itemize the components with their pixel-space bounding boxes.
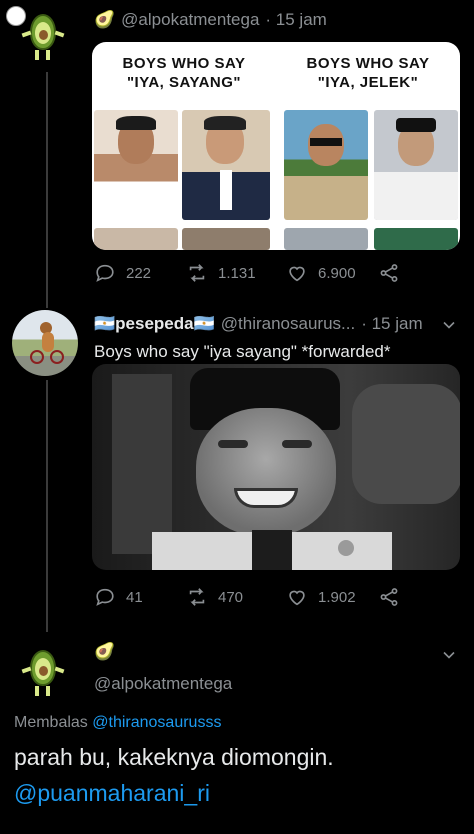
tweet-2[interactable]: 🇦🇷pesepeda🇦🇷 @thiranosaurus... · 15 jam … (0, 308, 474, 632)
heart-icon (289, 590, 305, 606)
meme-photo-1 (94, 110, 178, 220)
reply-icon (96, 264, 114, 282)
share-icon (380, 588, 398, 606)
reply-context: Membalas @thiranosaurusss (14, 714, 221, 732)
reply-count: 41 (126, 588, 143, 606)
meme-right-caption: BOYS WHO SAY "IYA, JELEK" (306, 55, 430, 91)
share-icon (380, 264, 398, 282)
retweet-count: 470 (218, 588, 244, 606)
meme-photo-3 (284, 110, 368, 220)
tweet-2-handle[interactable]: @thiranosaurus... (221, 314, 355, 334)
chevron-down-icon[interactable] (442, 648, 456, 662)
tweet-3-avatar[interactable] (14, 644, 78, 700)
tweet-1-time: · 15 jam (265, 10, 327, 29)
share-button[interactable] (378, 262, 400, 284)
like-button[interactable]: 1.902 (286, 586, 378, 608)
tweet-1-actions: 222 1.131 6.900 (94, 262, 400, 284)
avocado-avatar-icon (14, 644, 70, 700)
like-count: 6.900 (318, 264, 356, 282)
tweet-2-actions: 41 470 1.902 (94, 586, 400, 608)
reply-button[interactable]: 222 (94, 262, 186, 284)
tweet-2-time: · 15 jam (361, 314, 423, 333)
reply-count: 222 (126, 264, 152, 282)
tweet-2-header: 🇦🇷pesepeda🇦🇷 @thiranosaurus... · 15 jam (94, 314, 460, 334)
chevron-down-icon[interactable] (442, 318, 456, 332)
retweet-icon (189, 588, 205, 606)
meme-photo-2 (182, 110, 270, 220)
tweet-3-text: parah bu, kakeknya diomongin. (14, 744, 334, 770)
avocado-emoji: 🥑 (94, 10, 116, 29)
tweet-1[interactable]: 🥑 @alpokatmentega · 15 jam BOYS WHO SAY … (0, 0, 474, 308)
heart-icon (289, 266, 305, 282)
tweet-1-handle[interactable]: @alpokatmentega (121, 10, 259, 30)
retweet-button[interactable]: 1.131 (186, 262, 286, 284)
tweet-3[interactable]: 🥑 @alpokatmentega Membalas @thiranosauru… (0, 636, 474, 834)
avocado-avatar-icon (14, 8, 70, 64)
tweet-3-emoji: 🥑 (94, 642, 116, 661)
meme-photo-8 (374, 228, 458, 250)
tweet-1-header: 🥑 @alpokatmentega · 15 jam (94, 10, 460, 30)
tweet-1-avatar[interactable] (14, 8, 78, 64)
share-button[interactable] (378, 586, 400, 608)
meme-photo-7 (284, 228, 368, 250)
meme-photo-5 (94, 228, 178, 250)
mention-link[interactable]: @puanmaharani_ri (14, 780, 210, 807)
tweet-3-handle[interactable]: @alpokatmentega (94, 674, 460, 694)
retweet-count: 1.131 (218, 264, 256, 282)
tweet-2-display-name[interactable]: 🇦🇷pesepeda🇦🇷 (94, 314, 215, 334)
reply-prefix: Membalas (14, 714, 88, 731)
thread-line (46, 72, 48, 308)
meme-left-caption: BOYS WHO SAY "IYA, SAYANG" (122, 55, 246, 91)
meme-photo-4 (374, 110, 458, 220)
thread-line (46, 380, 48, 632)
tweet-2-image[interactable] (92, 364, 460, 570)
tweet-1-image[interactable]: BOYS WHO SAY "IYA, SAYANG" BOYS WHO SAY … (92, 42, 460, 250)
tweet-2-avatar[interactable] (12, 310, 78, 376)
retweet-icon (189, 264, 205, 282)
reply-button[interactable]: 41 (94, 586, 186, 608)
like-count: 1.902 (318, 588, 356, 606)
meme-photo-6 (182, 228, 270, 250)
reply-icon (96, 588, 114, 606)
retweet-button[interactable]: 470 (186, 586, 286, 608)
like-button[interactable]: 6.900 (286, 262, 378, 284)
reply-to-link[interactable]: @thiranosaurusss (92, 714, 221, 731)
cyclist-avatar-icon (12, 310, 78, 376)
tweet-2-text: Boys who say "iya sayang" *forwarded* (94, 342, 391, 361)
